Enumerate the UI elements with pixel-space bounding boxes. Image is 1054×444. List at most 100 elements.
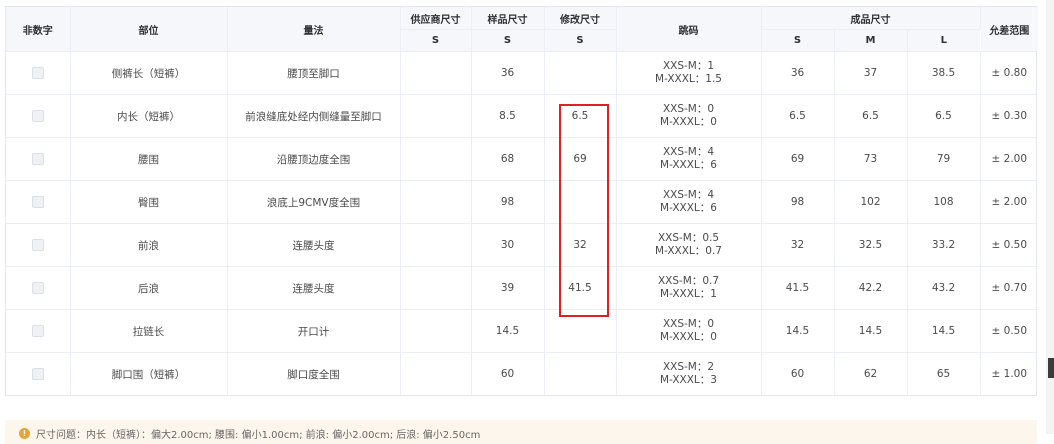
- jump-code-cell: XXS-M：0.5 M-XXXL：0.7: [616, 223, 762, 267]
- method-cell: 浪底上9CMV度全围: [227, 180, 401, 224]
- finished-l-cell: 14.5: [907, 309, 981, 353]
- finished-m-cell: 62: [834, 352, 908, 395]
- scrollbar-thumb[interactable]: [1048, 358, 1054, 378]
- jump-code-cell: XXS-M：4 M-XXXL：6: [616, 137, 762, 181]
- col-measure-method: 量法: [227, 7, 401, 52]
- jump-code-line-2: M-XXXL：6: [660, 159, 717, 171]
- modified-size-cell[interactable]: 6.5: [544, 94, 617, 138]
- non-numeric-checkbox[interactable]: [31, 368, 44, 380]
- non-numeric-checkbox[interactable]: [31, 239, 44, 251]
- jump-code-line-2: M-XXXL：6: [660, 202, 717, 214]
- supplier-size-cell[interactable]: [400, 223, 472, 267]
- jump-code-cell: XXS-M：2 M-XXXL：3: [616, 352, 762, 395]
- method-cell: 腰顶至脚口: [227, 51, 401, 95]
- finished-l-cell: 43.2: [907, 266, 981, 310]
- jump-code-line-2: M-XXXL：0: [660, 331, 717, 343]
- part-cell: 拉链长: [70, 309, 228, 353]
- non-numeric-checkbox[interactable]: [31, 282, 44, 294]
- supplier-size-cell[interactable]: [400, 137, 472, 181]
- col-non-numeric: 非数字: [6, 7, 71, 52]
- jump-code-line-1: XXS-M：0: [662, 318, 715, 330]
- modified-size-cell[interactable]: 41.5: [544, 266, 617, 310]
- table-row: 腰围 沿腰顶边度全围 68 69 XXS-M：4 M-XXXL：6 69 73 79 ± 2.00: [6, 137, 1039, 181]
- method-cell: 连腰头度: [227, 266, 401, 310]
- modified-size-cell[interactable]: 32: [544, 223, 617, 267]
- size-issue-alert: ! 尺寸问题：内长（短裤）：偏大2.00cm; 腰围: 偏小1.00cm; 前浪:…: [5, 420, 1037, 444]
- modified-size-cell[interactable]: 69: [544, 137, 617, 181]
- non-numeric-cell: [6, 94, 71, 138]
- table-row: 后浪 连腰头度 39 41.5 XXS-M：0.7 M-XXXL：1 41.5 42.2 43.…: [6, 266, 1039, 310]
- non-numeric-checkbox[interactable]: [31, 67, 44, 79]
- sample-size-cell: 39: [471, 266, 545, 310]
- finished-m-cell: 37: [834, 51, 908, 95]
- finished-s-cell: 14.5: [761, 309, 835, 353]
- tolerance-cell: ± 2.00: [980, 180, 1039, 224]
- finished-m-cell: 102: [834, 180, 908, 224]
- supplier-size-cell[interactable]: [400, 94, 472, 138]
- non-numeric-cell: [6, 223, 71, 267]
- jump-code-line-1: XXS-M：0.5: [657, 232, 720, 244]
- finished-s-cell: 32: [761, 223, 835, 267]
- finished-s-cell: 6.5: [761, 94, 835, 138]
- sample-size-cell: 36: [471, 51, 545, 95]
- finished-m-cell: 42.2: [834, 266, 908, 310]
- tolerance-cell: ± 0.50: [980, 223, 1039, 267]
- col-sample-size: 样品尺寸: [471, 7, 545, 30]
- non-numeric-checkbox[interactable]: [31, 110, 44, 122]
- modified-size-cell[interactable]: [544, 352, 617, 395]
- jump-code-cell: XXS-M：0.7 M-XXXL：1: [616, 266, 762, 310]
- supplier-size-cell[interactable]: [400, 180, 472, 224]
- part-cell: 后浪: [70, 266, 228, 310]
- sample-size-cell: 98: [471, 180, 545, 224]
- finished-s-cell: 60: [761, 352, 835, 395]
- tolerance-cell: ± 0.70: [980, 266, 1039, 310]
- tolerance-cell: ± 1.00: [991, 368, 1028, 380]
- table-row: 内长（短裤） 前浪缝底处经内侧缝量至脚口 8.5 6.5 XXS-M：0 M-XXXL：0…: [6, 94, 1039, 138]
- modified-size-cell[interactable]: [544, 309, 617, 353]
- non-numeric-checkbox[interactable]: [31, 153, 44, 165]
- modified-size-cell[interactable]: [544, 180, 617, 224]
- finished-l-cell: 108: [907, 180, 981, 224]
- modified-size-cell[interactable]: [544, 51, 617, 95]
- supplier-size-cell[interactable]: [400, 309, 472, 353]
- non-numeric-cell: [6, 180, 71, 224]
- size-spec-table: 非数字 部位 量法 供应商尺寸 样品尺寸 修改尺寸 跳码 成品尺寸 允差范围 S…: [6, 7, 1039, 395]
- method-cell: 开口计: [227, 309, 401, 353]
- col-tolerance: 允差范围: [980, 7, 1039, 52]
- supplier-size-cell[interactable]: [400, 51, 472, 95]
- part-cell: 臀围: [70, 180, 228, 224]
- sample-size-cell: 60: [471, 352, 545, 395]
- table-row: 前浪 连腰头度 30 32 XXS-M：0.5 M-XXXL：0.7 32 32.5 33.2 ±…: [6, 223, 1039, 267]
- finished-s-cell: 98: [761, 180, 835, 224]
- tolerance-cell: ± 0.80: [980, 51, 1039, 95]
- col-modified-size: 修改尺寸: [544, 7, 617, 30]
- sample-size-cell: 68: [471, 137, 545, 181]
- jump-code-line-1: XXS-M：0.7: [657, 275, 720, 287]
- subcol-modified-s: S: [544, 29, 617, 52]
- non-numeric-checkbox[interactable]: [31, 196, 44, 208]
- sample-size-cell: 14.5: [471, 309, 545, 353]
- supplier-size-cell[interactable]: [400, 352, 472, 395]
- method-cell: 脚口度全围: [227, 352, 401, 395]
- size-spec-table-container: 非数字 部位 量法 供应商尺寸 样品尺寸 修改尺寸 跳码 成品尺寸 允差范围 S…: [5, 6, 1039, 396]
- part-cell: 脚口围（短裤）: [70, 352, 228, 395]
- window-scrollbar[interactable]: [1046, 0, 1054, 434]
- subcol-finished-s: S: [761, 29, 835, 52]
- finished-l-cell: 79: [907, 137, 981, 181]
- jump-code-line-1: XXS-M：1: [662, 60, 715, 72]
- tolerance-cell: ± 0.50: [980, 309, 1039, 353]
- col-supplier-size: 供应商尺寸: [400, 7, 472, 30]
- non-numeric-cell: [6, 51, 71, 95]
- col-finished-size: 成品尺寸: [761, 7, 981, 30]
- col-part: 部位: [70, 7, 228, 52]
- jump-code-line-2: M-XXXL：0: [660, 116, 717, 128]
- supplier-size-cell[interactable]: [400, 266, 472, 310]
- sample-size-cell: 8.5: [471, 94, 545, 138]
- table-row: 拉链长 开口计 14.5 XXS-M：0 M-XXXL：0 14.5 14.5 14.5 ± 0…: [6, 309, 1039, 353]
- method-cell: 前浪缝底处经内侧缝量至脚口: [227, 94, 401, 138]
- non-numeric-checkbox[interactable]: [31, 325, 44, 337]
- jump-code-line-1: XXS-M：4: [662, 146, 715, 158]
- non-numeric-cell: [6, 309, 71, 353]
- table-row: 脚口围（短裤） 脚口度全围 60 XXS-M：2 M-XXXL：3 60 62 65 ± 1.0…: [6, 352, 1038, 395]
- finished-m-cell: 73: [834, 137, 908, 181]
